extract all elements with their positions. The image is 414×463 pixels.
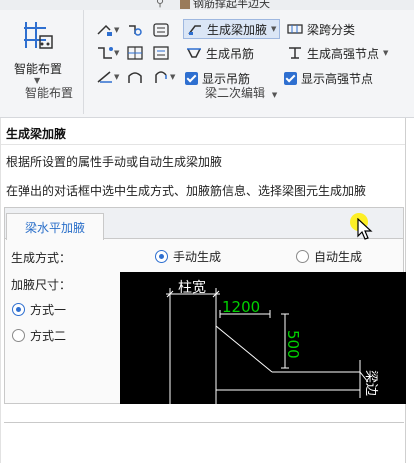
show-stirrup-node-label: 显示高强节点 (301, 72, 374, 86)
help-instruction: 在弹出的对话框中选中生成方式、加腋筋信息、选择梁图元生成加腋 (6, 184, 367, 198)
arch-tool-icon[interactable] (126, 69, 144, 85)
smart-layout-group-title: 智能布置 (25, 86, 74, 100)
hanger-icon (187, 48, 201, 58)
node-icon (289, 47, 301, 59)
table-tool-icon[interactable] (152, 22, 170, 38)
show-stirrup-node-checkbox[interactable]: 显示高强节点 (284, 70, 373, 87)
mouse-cursor-icon (357, 218, 373, 240)
generate-haunch-label: 生成梁加腋 (207, 22, 268, 37)
beam-edit-group-title: 梁二次编辑 ▼ (205, 84, 277, 101)
haunch-diagram: 柱宽 1200 500 梁边 (120, 272, 406, 404)
hook-tool-icon[interactable] (152, 69, 170, 85)
divider (4, 422, 404, 423)
haunch-dialog-preview: 梁水平加腋 生成方式： 手动生成 自动生成 加腋尺寸： 方式一 方式二 柱宽 1… (4, 207, 406, 404)
dim-500-text: 500 (284, 330, 302, 359)
title-bar: ⚲ 钢筋撑起半边天 (0, 0, 414, 10)
chevron-down-icon[interactable]: ▼ (114, 73, 119, 81)
auto-generate-label: 自动生成 (314, 250, 363, 264)
span-classify-label: 梁跨分类 (307, 22, 356, 37)
user-name: 钢筋撑起半边天 (193, 0, 270, 10)
divider (1, 144, 405, 145)
help-title: 生成梁加腋 (6, 127, 67, 141)
rebar-shape-icon[interactable] (126, 22, 144, 38)
bent-bar-icon[interactable] (96, 45, 114, 61)
list-tool-icon[interactable] (152, 45, 170, 61)
help-description: 根据所设置的属性手动或自动生成梁加腋 (6, 155, 223, 169)
edit-bar-icon[interactable] (96, 69, 114, 85)
help-tooltip-panel: 生成梁加腋 根据所设置的属性手动或自动生成梁加腋 在弹出的对话框中选中生成方式、… (0, 118, 406, 463)
auto-generate-radio[interactable]: 自动生成 (296, 248, 362, 265)
chevron-down-icon[interactable]: ▼ (114, 26, 119, 34)
manual-generate-radio[interactable]: 手动生成 (155, 248, 221, 265)
manual-generate-label: 手动生成 (173, 250, 222, 264)
generate-hanger-button[interactable]: 生成吊筋 (183, 43, 257, 63)
span-class-icon (287, 24, 303, 34)
avatar (180, 0, 190, 9)
generate-hanger-label: 生成吊筋 (206, 46, 255, 61)
haunch-size-label: 加腋尺寸： (11, 278, 72, 292)
radio-selected[interactable] (12, 303, 25, 316)
mode-two-label: 方式二 (30, 329, 67, 343)
grid-tool-icon[interactable] (126, 45, 144, 61)
ribbon: ⚲ 钢筋撑起半边天 智能布置 ▼ 智能布置 ▼ ▼ ▼ ▼ 生成梁加腋 ▼ 梁跨… (0, 0, 414, 118)
generate-stirrup-node-label: 生成高强节点 (307, 46, 380, 61)
mode-one-label: 方式一 (30, 303, 67, 317)
beam-edge-text: 梁边 (363, 370, 378, 396)
checkbox-checked[interactable] (284, 72, 297, 85)
mode-one-radio[interactable]: 方式一 (12, 301, 66, 318)
tab-bar: 梁水平加腋 (5, 208, 403, 240)
haunch-diagram-svg: 柱宽 1200 500 梁边 (166, 279, 378, 404)
dim-1200-text: 1200 (222, 298, 260, 316)
chevron-down-icon[interactable]: ▼ (271, 25, 276, 33)
radio-unselected[interactable] (296, 250, 309, 263)
tab-horizontal-haunch[interactable]: 梁水平加腋 (6, 213, 104, 240)
radio-selected[interactable] (155, 250, 168, 263)
chevron-down-icon[interactable]: ▼ (272, 91, 277, 99)
gen-mode-label: 生成方式： (11, 251, 72, 265)
radio-unselected[interactable] (12, 329, 25, 342)
beam-edit-group-label: 梁二次编辑 (205, 86, 266, 100)
smart-layout-icon[interactable] (22, 18, 54, 52)
chevron-down-icon[interactable]: ▼ (170, 73, 175, 81)
haunch-icon (188, 25, 201, 35)
user-info[interactable]: 钢筋撑起半边天 (180, 0, 270, 11)
column-width-text: 柱宽 (178, 279, 206, 296)
checkbox-checked[interactable] (185, 72, 198, 85)
chevron-down-icon[interactable]: ▼ (383, 49, 388, 57)
generate-stirrup-node-button[interactable]: 生成高强节点 ▼ (284, 43, 391, 63)
search-icon[interactable]: ⚲ (156, 0, 164, 9)
generate-haunch-button[interactable]: 生成梁加腋 ▼ (183, 19, 281, 39)
smart-layout-button[interactable]: 智能布置 (14, 60, 62, 77)
chevron-down-icon[interactable]: ▼ (114, 49, 119, 57)
span-classify-button[interactable]: 梁跨分类 (284, 19, 358, 39)
mode-two-radio[interactable]: 方式二 (12, 327, 66, 344)
beam-tool-icon[interactable] (96, 22, 114, 38)
